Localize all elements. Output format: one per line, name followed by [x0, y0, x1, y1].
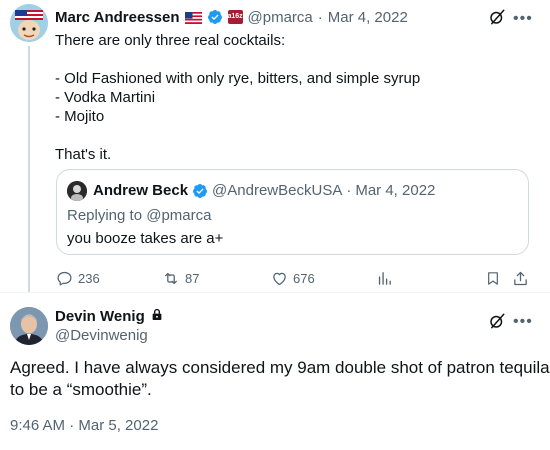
grok-icon[interactable] — [488, 312, 506, 335]
tweet-date[interactable]: Mar 4, 2022 — [328, 9, 408, 26]
quoted-header: Andrew Beck @AndrewBeckUSA · Mar 4, 2022 — [93, 182, 435, 199]
author-avatar[interactable] — [10, 4, 48, 42]
author-name[interactable]: Marc Andreessen — [55, 9, 180, 26]
us-flag-icon — [184, 11, 202, 24]
quoted-tweet[interactable]: Andrew Beck @AndrewBeckUSA · Mar 4, 2022… — [56, 169, 529, 255]
tweet[interactable]: Marc Andreessen a16z @pmarca · Mar 4, 20… — [0, 0, 550, 292]
reply-header: Devin Wenig — [55, 307, 164, 326]
reply-text: Agreed. I have always considered my 9am … — [10, 357, 550, 401]
retweet-icon — [162, 270, 180, 287]
tweet-line: - Old Fashioned with only rye, bitters, … — [55, 70, 421, 87]
affiliate-badge[interactable]: a16z — [227, 10, 243, 24]
retweet-count: 87 — [185, 270, 200, 286]
reply-icon — [56, 270, 73, 287]
like-count: 676 — [293, 270, 315, 286]
separator: · — [346, 182, 352, 199]
like-button[interactable]: 676 — [271, 268, 315, 288]
tweet-line: There are only three real cocktails: — [55, 32, 286, 49]
share-button[interactable] — [512, 268, 529, 288]
reply-line: Agreed. I have always considered my 9am … — [10, 358, 550, 377]
reply-timestamp[interactable]: 9:46 AM · Mar 5, 2022 — [10, 417, 158, 434]
tweet-line: That's it. — [55, 146, 112, 163]
thread-line — [28, 46, 30, 292]
tweet-divider — [0, 292, 550, 293]
quoted-date: Mar 4, 2022 — [355, 182, 436, 199]
tweet-text: There are only three real cocktails: - O… — [55, 31, 525, 164]
bookmark-button[interactable] — [485, 268, 501, 288]
tweet-header: Marc Andreessen a16z @pmarca · Mar 4, 20… — [55, 7, 408, 27]
views-icon — [376, 270, 393, 287]
bookmark-icon — [485, 270, 501, 287]
grok-icon[interactable] — [488, 8, 506, 31]
reply-line: to be a “smoothie”. — [10, 380, 152, 399]
views-button[interactable] — [376, 268, 393, 288]
tweet-line: - Vodka Martini — [55, 89, 156, 106]
quoted-author-name: Andrew Beck — [93, 182, 189, 199]
more-icon[interactable]: ••• — [513, 314, 533, 330]
quoted-author-avatar — [67, 181, 87, 201]
replying-to: Replying to @pmarca — [67, 207, 212, 224]
reply-author-name[interactable]: Devin Wenig — [55, 308, 145, 325]
reply-author-avatar[interactable] — [10, 307, 48, 345]
reply-author-handle[interactable]: @Devinwenig — [55, 327, 148, 344]
tweet-line: - Mojito — [55, 108, 105, 125]
verified-badge-icon — [207, 9, 223, 25]
verified-badge-icon — [192, 183, 208, 199]
lock-icon — [150, 307, 164, 326]
quoted-text: you booze takes are a+ — [67, 230, 224, 247]
like-icon — [271, 270, 288, 287]
more-icon[interactable]: ••• — [513, 11, 533, 27]
tweet-line — [55, 126, 525, 145]
reply-count: 236 — [78, 270, 100, 286]
reply-button[interactable]: 236 — [56, 268, 100, 288]
retweet-button[interactable]: 87 — [162, 268, 199, 288]
tweet-line — [55, 50, 525, 69]
separator: · — [317, 8, 323, 26]
share-icon — [512, 270, 529, 287]
author-handle[interactable]: @pmarca — [248, 9, 313, 26]
quoted-author-handle: @AndrewBeckUSA — [212, 182, 343, 199]
